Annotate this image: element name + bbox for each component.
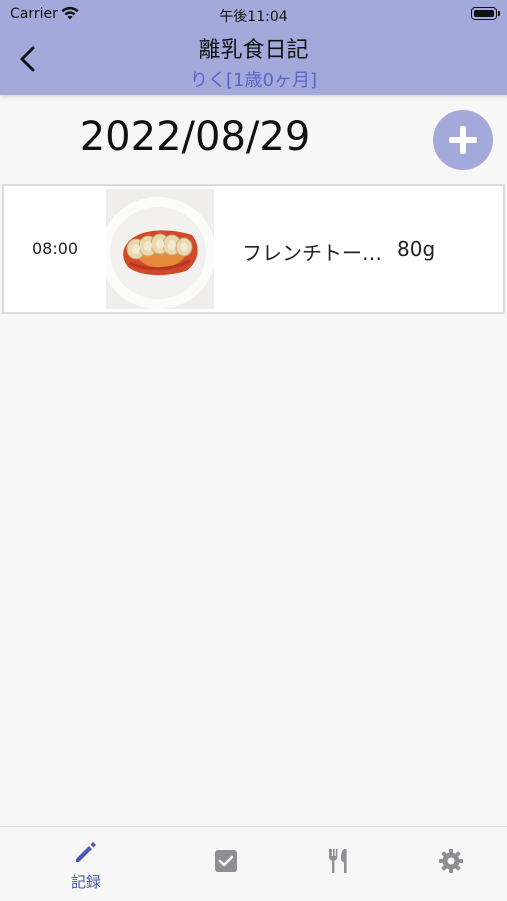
battery-icon	[471, 7, 500, 20]
meal-record-row[interactable]: 08:00 フレンチトー… 80g	[2, 184, 505, 314]
fork-knife-icon	[329, 849, 347, 873]
selected-date[interactable]: 2022/08/29	[60, 114, 330, 160]
record-food-name: フレンチトー…	[242, 241, 382, 265]
food-photo-image	[106, 189, 214, 309]
child-profile-subtitle[interactable]: りく[1歳0ヶ月]	[0, 66, 507, 92]
tab-checklist[interactable]	[163, 827, 289, 901]
tab-bar: 記録	[0, 826, 507, 901]
navigation-header: Carrier 午後11:04 離乳食日記 りく[1歳0ヶ月]	[0, 0, 507, 95]
checkbox-icon	[215, 850, 237, 872]
tab-record[interactable]: 記録	[23, 827, 149, 901]
page-title: 離乳食日記	[198, 38, 309, 63]
tab-record-label: 記録	[70, 873, 101, 891]
food-photo	[106, 189, 214, 309]
status-bar: Carrier 午後11:04	[0, 0, 507, 28]
record-amount: 80g	[397, 237, 436, 261]
record-time: 08:00	[32, 239, 79, 258]
gear-icon	[439, 849, 463, 873]
tab-settings[interactable]	[388, 827, 507, 901]
status-time: 午後11:04	[219, 9, 288, 25]
pencil-icon	[76, 842, 96, 862]
tab-meals[interactable]	[276, 827, 402, 901]
add-record-button[interactable]	[433, 110, 493, 170]
